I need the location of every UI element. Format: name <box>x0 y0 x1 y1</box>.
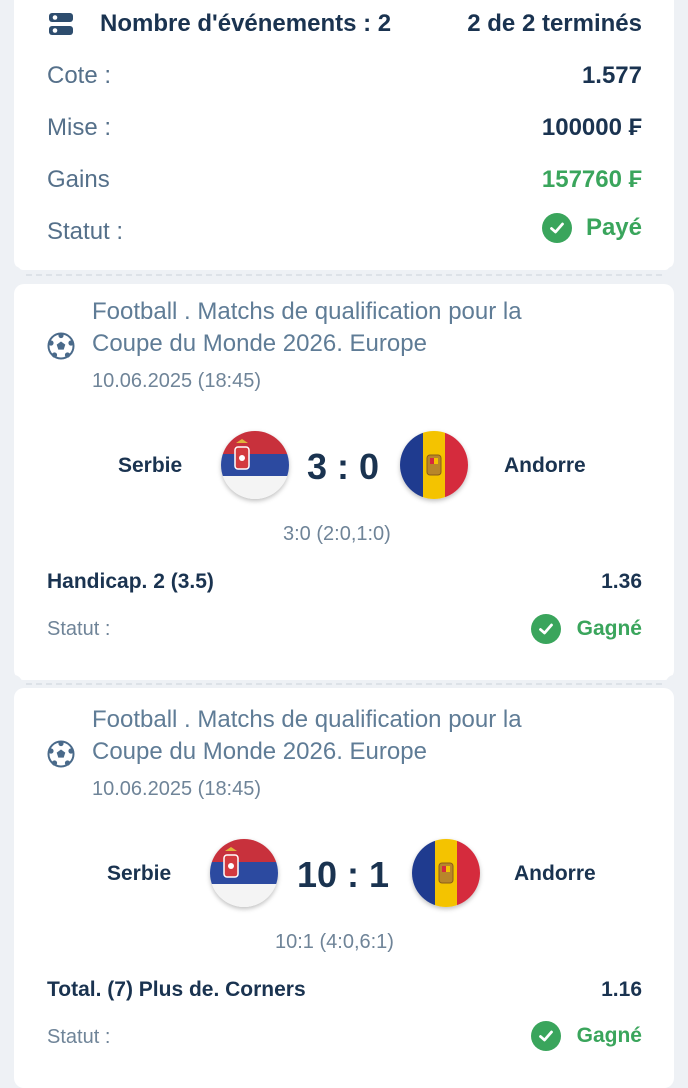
event-title-line: Coupe du Monde 2026. Europe <box>92 330 427 357</box>
event-status: Gagné <box>530 1021 642 1051</box>
event-status-label: Statut : <box>47 1026 111 1048</box>
event-title: Football . Matchs de qualification pour … <box>92 704 522 768</box>
event-title: Football . Matchs de qualification pour … <box>92 296 522 360</box>
bet-odd: 1.16 <box>601 978 642 1001</box>
event-title-line: Coupe du Monde 2026. Europe <box>92 738 427 765</box>
soccer-ball-icon <box>47 332 75 365</box>
completed-count: 2 de 2 terminés <box>467 10 642 37</box>
andorra-flag-icon <box>400 431 468 499</box>
score-detail: 10:1 (4:0,6:1) <box>275 931 394 953</box>
list-settings-icon <box>48 11 74 42</box>
winnings-value: 157760 ₣ <box>541 166 642 193</box>
events-count: Nombre d'événements : 2 <box>100 10 392 37</box>
away-team: Andorre <box>504 454 586 477</box>
check-circle-icon <box>530 1021 561 1051</box>
summary-status: Payé <box>541 213 642 243</box>
divider <box>26 274 662 276</box>
check-circle-icon <box>541 213 572 243</box>
event-title-line: Football . Matchs de qualification pour … <box>92 298 522 325</box>
bet-market: Handicap. 2 (3.5) <box>47 570 214 593</box>
event-status-label: Statut : <box>47 618 111 640</box>
soccer-ball-icon <box>47 740 75 773</box>
serbia-flag-icon <box>221 431 289 499</box>
summary-status-value: Payé <box>585 214 642 241</box>
bet-market: Total. (7) Plus de. Corners <box>47 978 306 1001</box>
divider <box>26 683 662 685</box>
summary-status-label: Statut : <box>47 218 124 245</box>
event-status-value: Gagné <box>576 1024 642 1047</box>
event-title-line: Football . Matchs de qualification pour … <box>92 706 522 733</box>
andorra-flag-icon <box>412 839 480 907</box>
ticket-notch <box>666 266 682 282</box>
stake-value: 100000 ₣ <box>541 114 642 141</box>
odds-label: Cote : <box>47 62 112 89</box>
home-team: Serbie <box>118 454 183 477</box>
score-detail: 3:0 (2:0,1:0) <box>283 523 391 545</box>
check-circle-icon <box>530 614 561 644</box>
match-score: 3 : 0 <box>307 446 380 487</box>
event-status-value: Gagné <box>576 617 642 640</box>
stake-label: Mise : <box>47 114 112 141</box>
serbia-flag-icon <box>210 839 278 907</box>
event-date: 10.06.2025 (18:45) <box>92 778 262 800</box>
odds-value: 1.577 <box>581 62 642 89</box>
winnings-label: Gains <box>47 166 110 193</box>
home-team: Serbie <box>107 862 172 885</box>
away-team: Andorre <box>514 862 596 885</box>
bet-odd: 1.36 <box>601 570 642 593</box>
match-score: 10 : 1 <box>297 854 390 895</box>
ticket-notch <box>6 266 22 282</box>
event-date: 10.06.2025 (18:45) <box>92 370 262 392</box>
event-status: Gagné <box>530 614 642 644</box>
